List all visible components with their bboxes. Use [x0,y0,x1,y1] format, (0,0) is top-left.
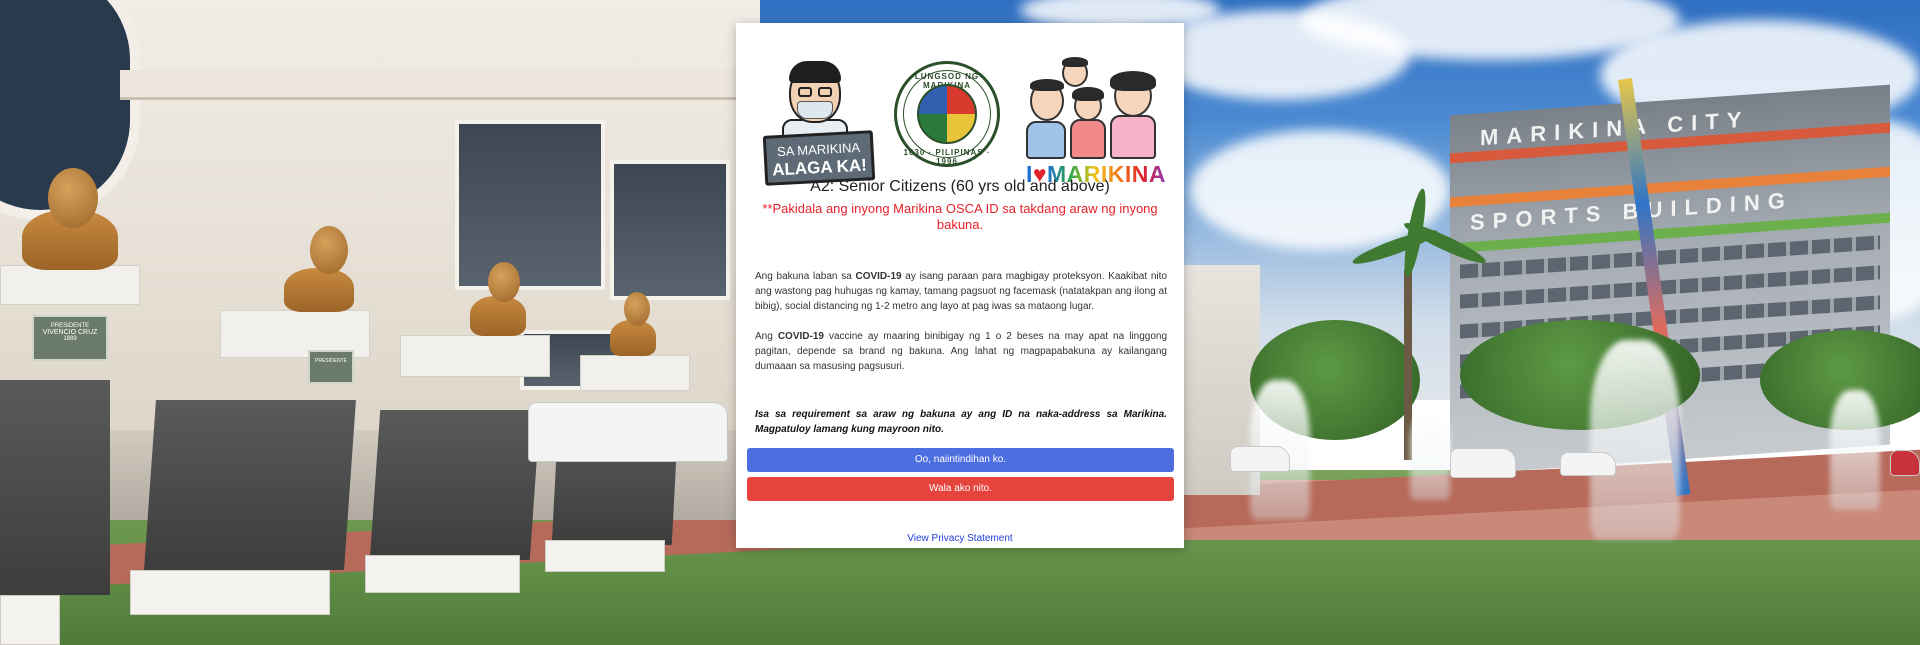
vaccine-info-paragraph: Ang bakuna laban sa COVID-19 ay isang pa… [755,269,1167,314]
pedestal-base [545,540,665,572]
osca-id-notice: **Pakidala ang inyong Marikina OSCA ID s… [762,201,1158,232]
family-figure-hair [1072,87,1104,101]
family-figure-hair [1030,79,1064,91]
paragraph-text: Ang [755,331,778,342]
bust [470,296,526,336]
pedestal-base [365,555,520,593]
marikina-city-seal: LUNGSOD NG MARIKINA 1630 · PILIPINAS · 1… [894,61,1000,167]
building-window [610,160,730,300]
paragraph-bold-text: COVID-19 [855,271,902,282]
pedestal-base [0,595,60,645]
seal-bottom-text: 1630 · PILIPINAS · 1996 [903,148,991,166]
face-mask-icon [797,101,833,119]
family-figure-hair [1062,57,1088,67]
parked-car [1230,446,1290,472]
building-window [455,120,605,290]
pedestal-base [130,570,330,615]
mascot-hair [789,61,841,83]
confirm-understood-button[interactable]: Oo, naiintindihan ko. [747,448,1174,472]
mascot-glasses [818,87,832,97]
sa-marikina-alaga-ka-logo: SA MARIKINA ALAGA KA! [762,61,884,188]
bust [284,268,354,312]
logo-row: SA MARIKINA ALAGA KA! LUNGSOD NG MARIKIN… [736,43,1184,193]
bust-head [488,262,520,302]
plaque: PRESIDENTE VIVENCIO CRUZ 1889 [32,315,108,361]
plaque-line: PRESIDENTE [315,358,347,364]
plaque-line: 1889 [63,336,77,342]
building-roofline [120,70,760,100]
plaque-line: VIVENCIO CRUZ [42,329,98,336]
id-requirement-text: Isa sa requirement sa araw ng bakuna ay … [755,409,1167,435]
family-figure [1026,121,1066,159]
pedestal-cap [580,355,690,391]
paragraph-text: Ang bakuna laban sa [755,271,856,282]
parked-car [528,402,728,462]
parked-car [1560,452,1616,476]
bust-head [624,292,650,326]
pedestal-cap [400,335,550,377]
pedestal [0,380,110,595]
modal-title: A2: Senior Citizens (60 yrs old and abov… [810,178,1110,195]
paragraph-bold-text: COVID-19 [777,331,824,342]
vaccination-info-modal: SA MARIKINA ALAGA KA! LUNGSOD NG MARIKIN… [736,23,1184,548]
seal-emblem-icon [917,84,977,144]
parked-car [1450,448,1516,478]
mascot-sign-line2: ALAGA KA! [771,155,868,180]
fountain-spray [1830,390,1880,510]
pedestal [369,410,541,560]
mascot-glasses [798,87,812,97]
plaque-line: PRESIDENTE [50,323,90,329]
fountain-spray [1410,410,1450,500]
parked-car [1890,450,1920,476]
fountain-spray [1590,340,1680,540]
privacy-statement-link[interactable]: View Privacy Statement [736,533,1184,544]
pedestal [144,400,356,570]
family-figure-hair [1110,71,1156,91]
bust-head [310,226,348,274]
family-figure [1070,119,1106,159]
plaque: PRESIDENTE [308,350,354,384]
family-figure [1110,115,1156,159]
vaccine-dose-paragraph: Ang COVID-19 vaccine ay maaring binibiga… [755,329,1167,374]
i-love-marikina-logo: I♥MARIKINA [1022,57,1170,191]
no-id-button[interactable]: Wala ako nito. [747,477,1174,501]
pedestal-cap [0,265,140,305]
bust-head [48,168,98,228]
